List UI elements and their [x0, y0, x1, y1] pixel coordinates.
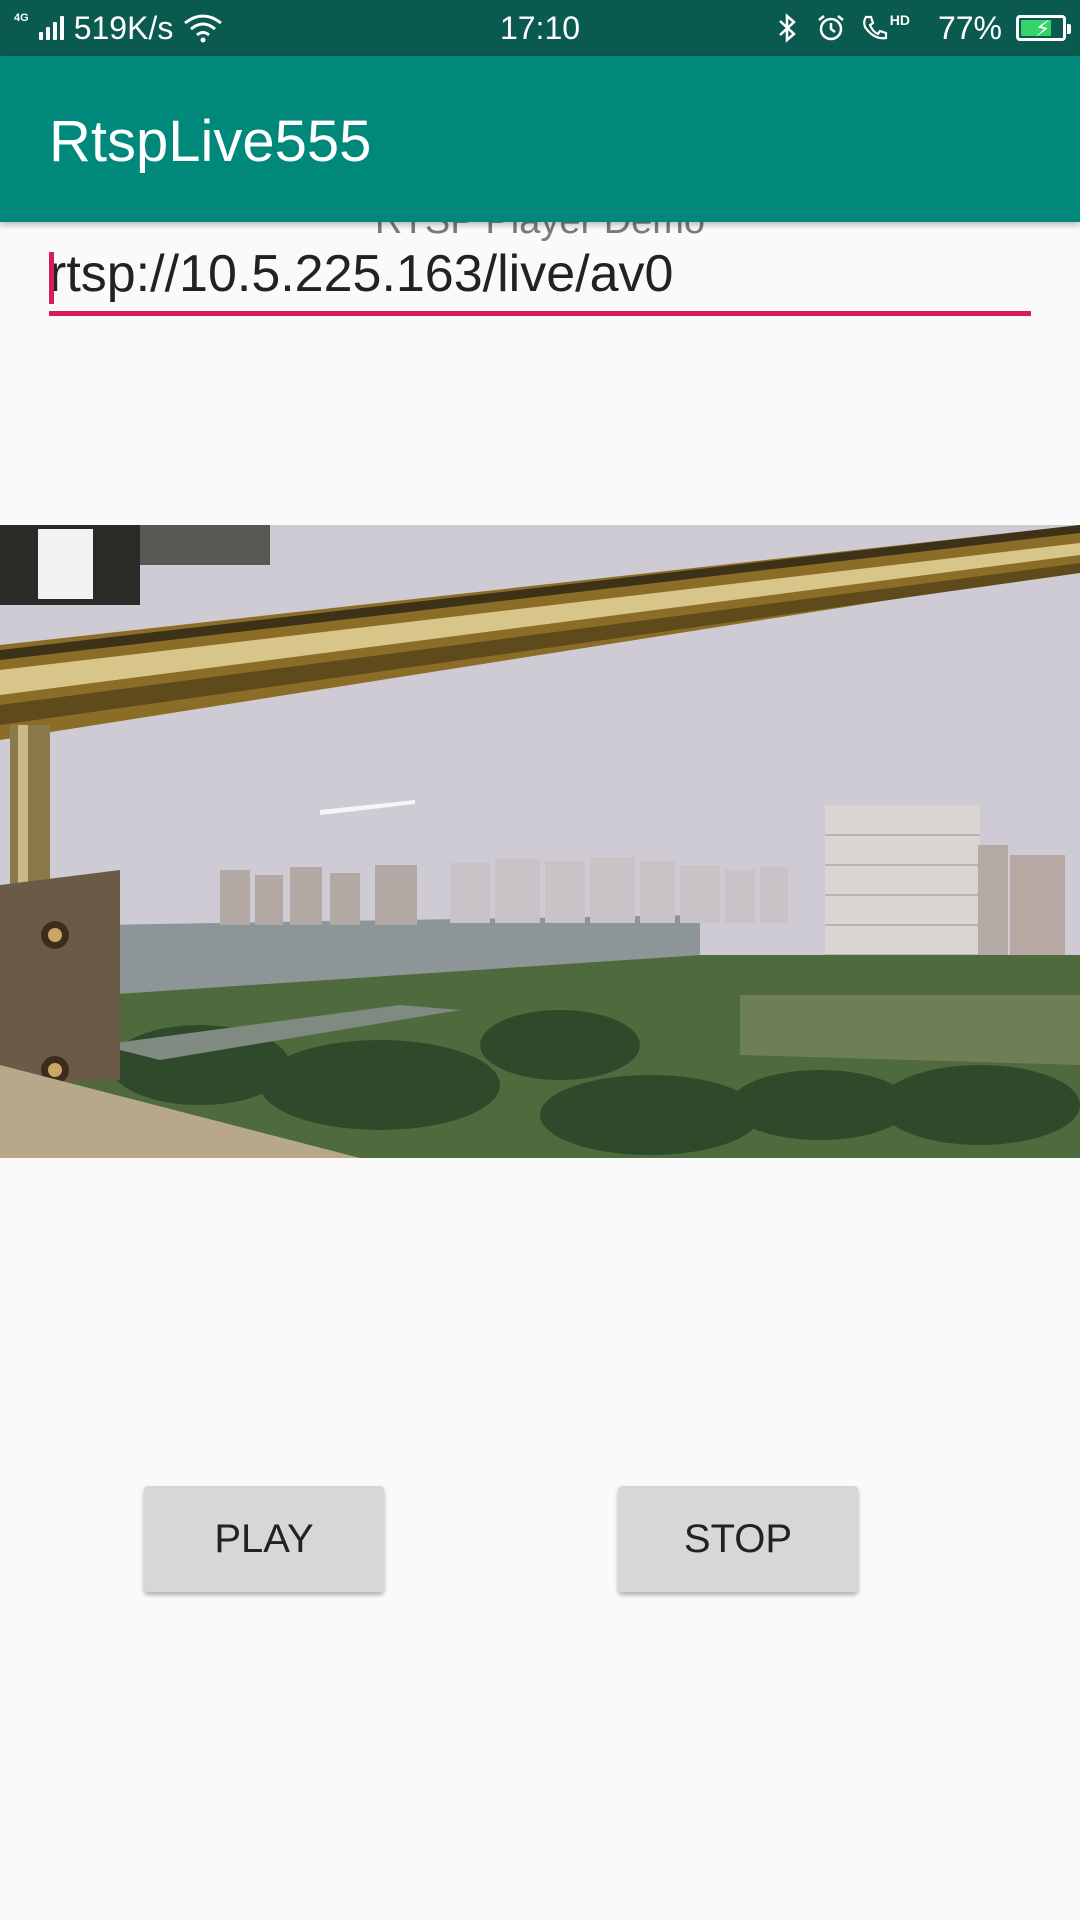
rtsp-url-value: rtsp://10.5.225.163/live/av0 — [49, 245, 674, 303]
stop-button[interactable]: STOP — [618, 1486, 858, 1592]
battery-icon: ⚡ — [1016, 15, 1071, 41]
bluetooth-icon — [778, 13, 796, 43]
video-frame — [0, 525, 1080, 1158]
text-cursor — [49, 252, 54, 304]
battery-percent: 77% — [937, 9, 1002, 46]
app-bar: RtspLive555 — [0, 56, 1080, 222]
hd-label: HD — [889, 12, 910, 28]
video-view[interactable] — [0, 525, 1080, 1158]
charging-icon: ⚡ — [1035, 16, 1051, 41]
volte-call-icon — [862, 15, 887, 40]
app-title: RtspLive555 — [49, 109, 372, 174]
play-button[interactable]: PLAY — [144, 1486, 384, 1592]
alarm-icon — [817, 15, 844, 41]
rtsp-url-input[interactable]: rtsp://10.5.225.163/live/av0 — [49, 240, 1031, 316]
status-right: HD 77% ⚡ — [772, 8, 1071, 48]
status-bar: 4G 519K/s 17:10 HD 77% ⚡ — [0, 0, 1080, 56]
